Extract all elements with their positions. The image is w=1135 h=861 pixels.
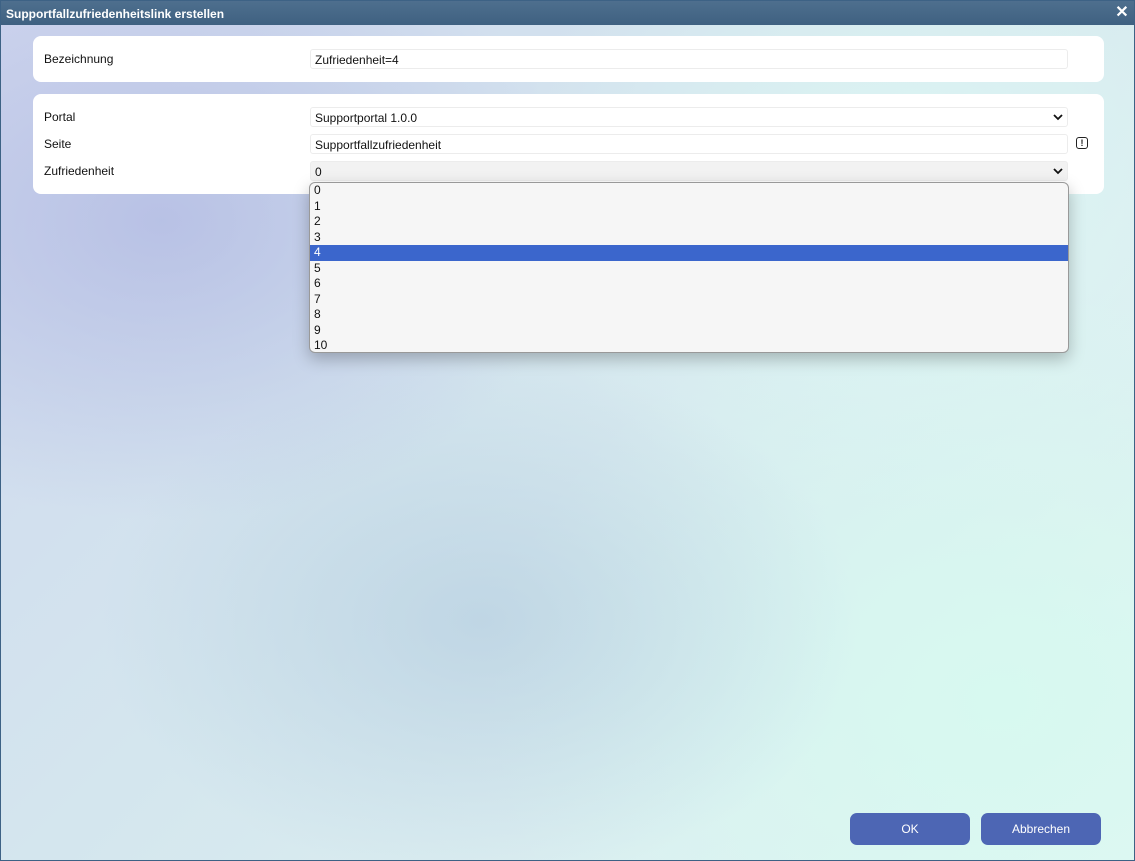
zufriedenheit-select-value: 0 bbox=[315, 165, 322, 179]
dropdown-option[interactable]: 9 bbox=[310, 323, 1068, 339]
exclamation-icon[interactable]: ! bbox=[1076, 137, 1088, 149]
zufriedenheit-select[interactable]: 0 bbox=[310, 161, 1068, 181]
title-bar: Supportfallzufriedenheitslink erstellen … bbox=[1, 1, 1134, 25]
dropdown-option[interactable]: 7 bbox=[310, 292, 1068, 308]
dropdown-option[interactable]: 3 bbox=[310, 230, 1068, 246]
portal-select-value: Supportportal 1.0.0 bbox=[315, 111, 418, 125]
cancel-button[interactable]: Abbrechen bbox=[981, 813, 1101, 845]
dropdown-option[interactable]: 0 bbox=[310, 183, 1068, 199]
chevron-down-icon bbox=[1053, 114, 1063, 121]
chevron-down-icon bbox=[1053, 168, 1063, 175]
portal-label: Portal bbox=[44, 110, 76, 124]
dropdown-option-highlighted[interactable]: 4 bbox=[310, 245, 1068, 261]
dialog-window: Supportfallzufriedenheitslink erstellen … bbox=[0, 0, 1135, 861]
dropdown-option[interactable]: 10 bbox=[310, 338, 1068, 352]
dropdown-option[interactable]: 1 bbox=[310, 199, 1068, 215]
bezeichnung-label: Bezeichnung bbox=[44, 52, 114, 66]
dropdown-option[interactable]: 5 bbox=[310, 261, 1068, 277]
bezeichnung-input[interactable]: Zufriedenheit=4 bbox=[310, 49, 1068, 69]
close-icon[interactable]: ✕ bbox=[1114, 5, 1130, 21]
zufriedenheit-label: Zufriedenheit bbox=[44, 164, 115, 178]
ok-button[interactable]: OK bbox=[850, 813, 970, 845]
dropdown-option[interactable]: 2 bbox=[310, 214, 1068, 230]
name-section: Bezeichnung Zufriedenheit=4 bbox=[33, 36, 1104, 82]
dropdown-option[interactable]: 6 bbox=[310, 276, 1068, 292]
portal-select[interactable]: Supportportal 1.0.0 bbox=[310, 107, 1068, 127]
dialog-title: Supportfallzufriedenheitslink erstellen bbox=[6, 7, 225, 21]
seite-input[interactable]: Supportfallzufriedenheit bbox=[310, 134, 1068, 154]
zufriedenheit-dropdown-list[interactable]: 0 1 2 3 4 5 6 7 8 9 10 bbox=[309, 182, 1069, 353]
settings-section: Portal Supportportal 1.0.0 Seite Support… bbox=[33, 94, 1104, 194]
seite-label: Seite bbox=[44, 137, 72, 151]
dropdown-option[interactable]: 8 bbox=[310, 307, 1068, 323]
